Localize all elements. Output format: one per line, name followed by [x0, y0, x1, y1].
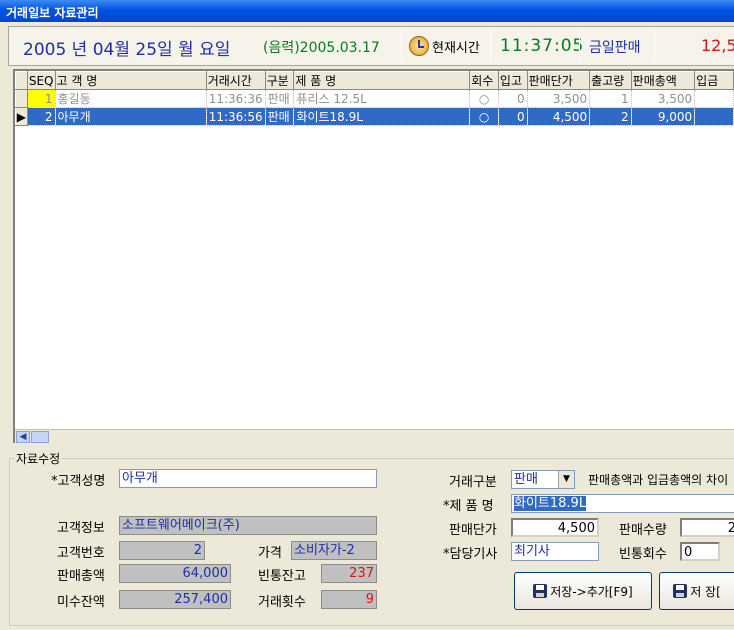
lunar-date: (음력)2005.03.17 — [263, 40, 380, 56]
divider — [401, 30, 402, 62]
grid-header-row: SEQ 고 객 명 거래시간 구분 제 품 명 회수 입고 판매단가 출고량 판… — [15, 71, 734, 90]
price-type-label: 가격 — [258, 546, 282, 561]
save-button[interactable]: 저 장[ — [659, 572, 734, 610]
sale-qty-input[interactable]: 2 — [680, 518, 734, 537]
column-header[interactable]: 판매총액 — [630, 71, 696, 90]
cell-deposit[interactable] — [694, 107, 734, 126]
current-time-button-label: 현재시간 — [432, 40, 480, 56]
cell-seq[interactable]: 1 — [27, 89, 56, 108]
trade-count-field: 9 — [321, 590, 377, 609]
cell-seq[interactable]: 2 — [27, 107, 56, 126]
cell-collect[interactable]: ○ — [469, 89, 499, 108]
trade-type-label: 거래구분 — [449, 475, 497, 490]
current-date: 2005 년 04월 25일 월 요일 — [23, 40, 231, 60]
notice-text: 판매총액과 입금총액의 차이 — [588, 473, 729, 487]
divider — [490, 30, 491, 62]
unpaid-label: 미수잔액 — [57, 595, 105, 610]
save-add-button-label: 저장->추가[F9] — [550, 584, 633, 599]
cell-price[interactable]: 3,500 — [527, 89, 591, 108]
column-header[interactable]: 입금 — [694, 71, 734, 90]
bottle-return-input[interactable]: 0 — [680, 542, 720, 561]
cell-collect[interactable]: ○ — [469, 107, 499, 126]
cell-time[interactable]: 11:36:56 — [206, 107, 266, 126]
product-label: *제 품 명 — [443, 499, 494, 514]
transaction-grid[interactable]: SEQ 고 객 명 거래시간 구분 제 품 명 회수 입고 판매단가 출고량 판… — [13, 69, 734, 443]
scroll-thumb[interactable] — [31, 431, 49, 443]
customer-info-field: 소프트웨어메이크(주) — [119, 516, 377, 535]
column-header[interactable]: 입고 — [497, 71, 528, 90]
cell-customer[interactable]: 아무개 — [55, 107, 207, 126]
column-header[interactable]: 판매단가 — [526, 71, 591, 90]
cell-qty[interactable]: 1 — [589, 89, 632, 108]
trade-type-select[interactable]: 판매 ▼ — [511, 470, 575, 489]
unpaid-field: 257,400 — [119, 590, 231, 609]
column-header[interactable]: 거래시간 — [205, 71, 266, 90]
sale-qty-label: 판매수량 — [619, 523, 667, 538]
customer-no-field: 2 — [119, 541, 205, 560]
customer-info-label: 고객정보 — [57, 521, 105, 536]
product-value: 화이트18.9L — [514, 496, 587, 511]
unit-price-input[interactable]: 4,500 — [511, 518, 599, 537]
save-button-label: 저 장[ — [690, 584, 721, 599]
product-input[interactable]: 화이트18.9L — [511, 494, 734, 513]
save-add-button[interactable]: 저장->추가[F9] — [514, 572, 652, 610]
cell-product[interactable]: 퓨리스 12.5L — [293, 89, 471, 108]
cell-total[interactable]: 3,500 — [631, 89, 696, 108]
column-header[interactable]: 고 객 명 — [54, 71, 207, 90]
bottle-return-label: 빈통회수 — [619, 547, 667, 562]
info-bar: 2005 년 04월 25일 월 요일 (음력)2005.03.17 현재시간 … — [8, 26, 734, 66]
cell-customer[interactable]: 홍길동 — [55, 89, 207, 108]
divider — [654, 30, 655, 62]
column-header[interactable]: SEQ — [26, 71, 56, 90]
today-sales-amount: 12,5 — [701, 36, 734, 55]
cell-deposit[interactable] — [694, 89, 734, 108]
divider — [579, 30, 580, 62]
column-header[interactable]: 구분 — [264, 71, 295, 90]
customer-name-input[interactable]: 아무개 — [119, 469, 377, 488]
sales-total-label: 판매총액 — [57, 569, 105, 584]
customer-no-label: 고객번호 — [57, 546, 105, 561]
today-sales-label: 금일판매 — [589, 40, 641, 56]
cell-product[interactable]: 화이트18.9L — [293, 107, 471, 126]
row-indicator[interactable]: ▶ — [15, 107, 28, 126]
save-disk-icon — [673, 584, 688, 598]
current-time: 11:37:05 — [500, 36, 585, 56]
clock-icon — [409, 36, 429, 56]
cell-price[interactable]: 4,500 — [527, 107, 591, 126]
cell-total[interactable]: 9,000 — [631, 107, 696, 126]
row-indicator[interactable] — [15, 89, 28, 108]
cell-time[interactable]: 11:36:36 — [206, 89, 266, 108]
bottle-balance-label: 빈통잔고 — [258, 569, 306, 584]
price-type-field: 소비자가-2 — [291, 541, 377, 560]
chevron-down-icon[interactable]: ▼ — [558, 471, 574, 488]
bottle-balance-field: 237 — [321, 564, 377, 583]
cell-type[interactable]: 판매 — [265, 89, 295, 108]
unit-price-label: 판매단가 — [449, 523, 497, 538]
customer-name-label: *고객성명 — [51, 474, 106, 489]
column-header[interactable]: 회수 — [469, 71, 499, 90]
window-title: 거래일보 자료관리 — [0, 0, 734, 22]
driver-input[interactable]: 최기사 — [511, 542, 599, 561]
sales-total-field: 64,000 — [119, 564, 231, 583]
table-row[interactable]: 1 홍길동 11:36:36 판매 퓨리스 12.5L ○ 0 3,500 1 … — [15, 89, 734, 108]
driver-label: *담당기사 — [443, 547, 498, 562]
current-time-button[interactable]: 현재시간 — [406, 32, 488, 60]
column-header[interactable]: 제 품 명 — [293, 71, 471, 90]
cell-qty[interactable]: 2 — [589, 107, 632, 126]
cell-in[interactable]: 0 — [498, 89, 528, 108]
scroll-left-icon[interactable]: ◀ — [16, 431, 30, 443]
edit-panel-legend: 자료수정 — [16, 452, 61, 466]
row-indicator-header — [15, 71, 28, 90]
trade-type-value: 판매 — [514, 472, 538, 487]
trade-count-label: 거래횟수 — [258, 595, 306, 610]
column-header[interactable]: 출고량 — [589, 71, 632, 90]
horizontal-scrollbar[interactable]: ◀ — [15, 429, 734, 443]
cell-type[interactable]: 판매 — [265, 107, 295, 126]
cell-in[interactable]: 0 — [498, 107, 528, 126]
save-disk-icon — [533, 584, 548, 598]
table-row[interactable]: ▶ 2 아무개 11:36:56 판매 화이트18.9L ○ 0 4,500 2… — [15, 107, 734, 126]
